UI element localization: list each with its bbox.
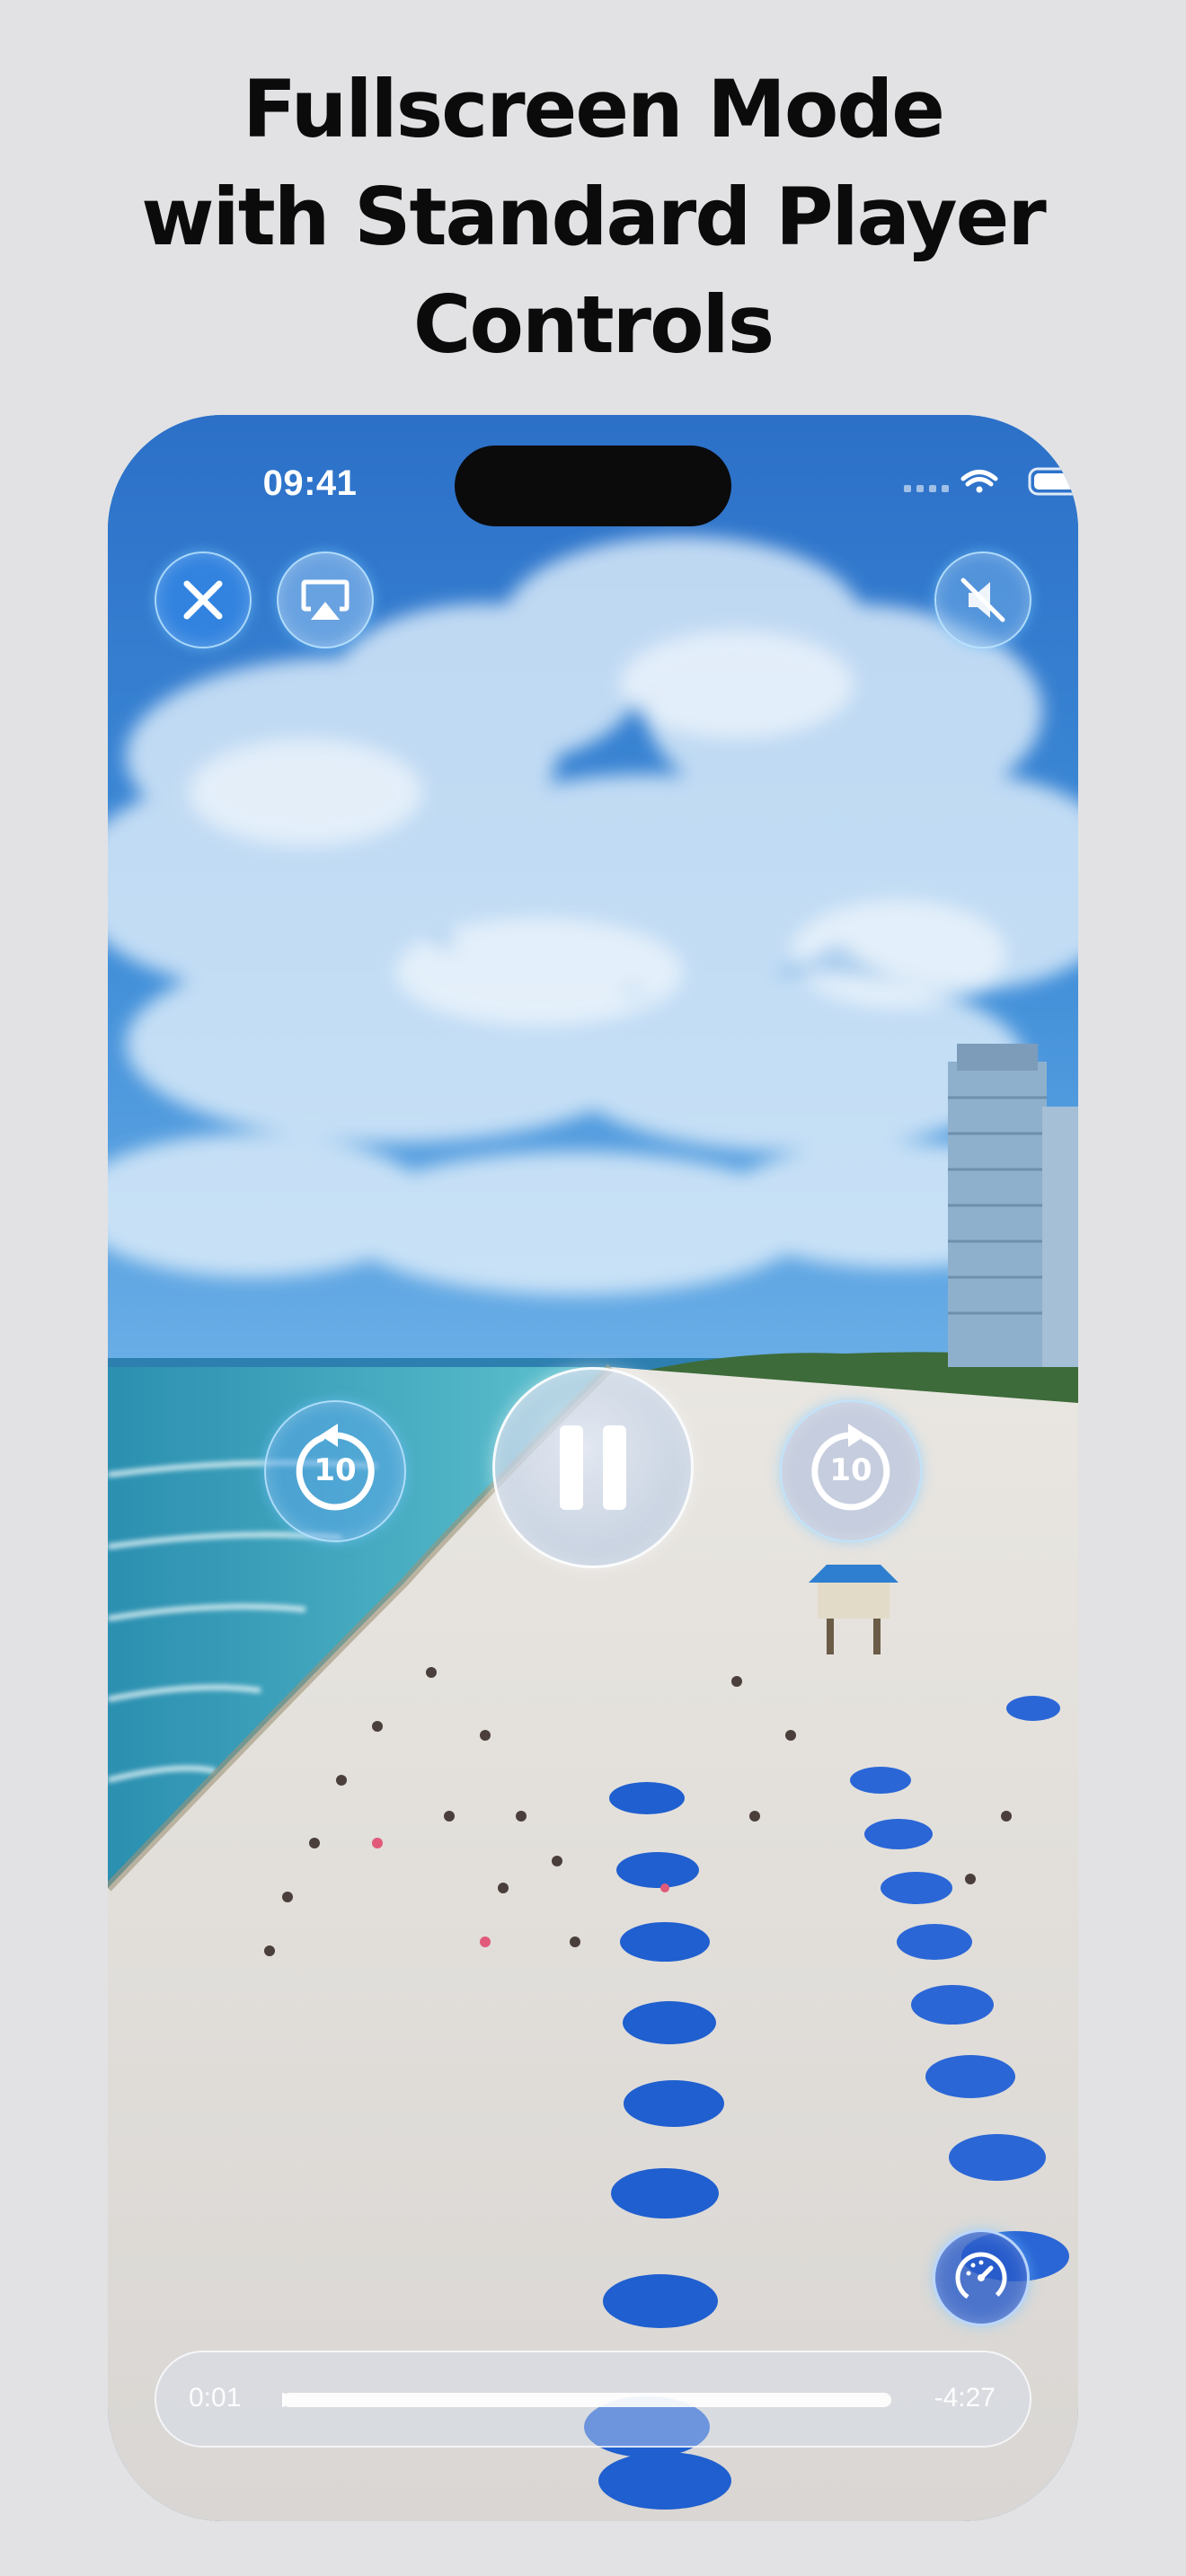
phone-screen: 09:41 10 10 0:01 -4:27 [108, 415, 1078, 2521]
airplay-button[interactable] [277, 551, 374, 648]
playback-speed-icon [955, 2252, 1007, 2304]
remaining-time: -4:27 [934, 2383, 996, 2413]
airplay-icon [301, 579, 350, 620]
wifi-icon [960, 470, 998, 493]
playback-scrubber[interactable]: 0:01 -4:27 [155, 2351, 1031, 2448]
headline-line-2: with Standard Player [141, 171, 1046, 263]
status-time: 09:41 [262, 463, 358, 503]
playback-speed-button[interactable] [933, 2229, 1030, 2326]
progress-track[interactable] [282, 2393, 891, 2407]
skip-back-button[interactable]: 10 [264, 1400, 406, 1542]
headline: Fullscreen Mode with Standard Player Con… [0, 56, 1186, 379]
headline-line-1: Fullscreen Mode [242, 63, 945, 155]
close-button[interactable] [155, 551, 252, 648]
pause-icon [560, 1425, 626, 1510]
speaker-muted-icon [960, 578, 1005, 622]
dynamic-island [455, 446, 731, 526]
cellular-icon [904, 485, 949, 492]
current-time: 0:01 [189, 2383, 242, 2413]
pause-button[interactable] [492, 1367, 694, 1568]
mute-button[interactable] [934, 551, 1031, 648]
close-icon [183, 580, 223, 620]
headline-line-3: Controls [412, 278, 774, 371]
progress-fill [282, 2393, 285, 2407]
status-icons [792, 465, 1078, 502]
battery-icon [1028, 467, 1078, 496]
skip-forward-seconds: 10 [829, 1452, 872, 1488]
skip-forward-button[interactable]: 10 [780, 1400, 922, 1542]
skip-back-seconds: 10 [314, 1452, 357, 1488]
